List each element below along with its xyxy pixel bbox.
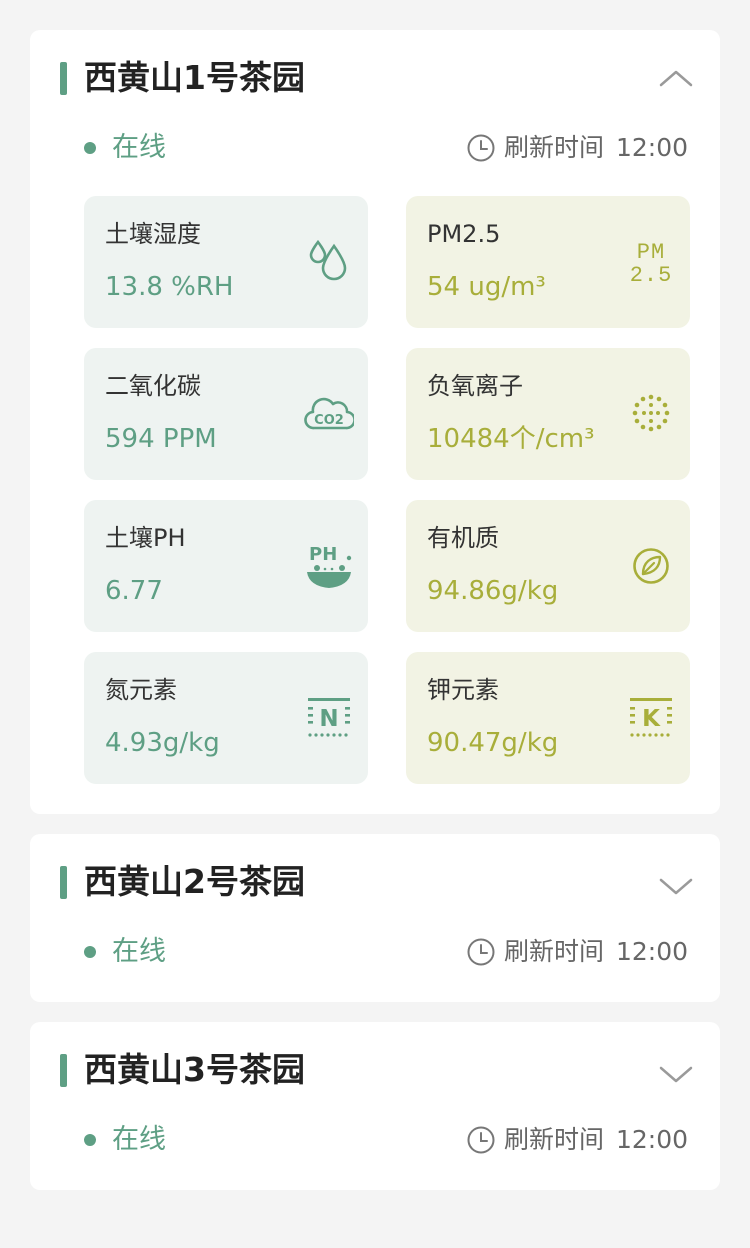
metric-value: 6.77 [105, 576, 163, 606]
refresh-label: 刷新时间 [504, 133, 605, 162]
refresh-label: 刷新时间 [504, 937, 605, 966]
svg-text:N: N [319, 706, 338, 732]
garden-title: 西黄山2号茶园 [84, 862, 305, 901]
status-row: 在线 刷新时间 12:00 [30, 1120, 720, 1160]
metric-label: 氮元素 [105, 676, 177, 704]
clock-icon [467, 134, 495, 162]
online-dot [84, 142, 96, 154]
ion-dots-icon [632, 394, 670, 432]
leaf-circle-icon [633, 548, 669, 584]
garden-card-2: 西黄山2号茶园 在线 刷新时间 12:00 [30, 834, 720, 1002]
metric-value: 94.86g/kg [427, 576, 559, 606]
garden-card-header[interactable]: 西黄山1号茶园 [30, 30, 720, 126]
garden-card-header[interactable]: 西黄山2号茶园 [30, 834, 720, 930]
chevron-up-icon[interactable] [658, 66, 694, 90]
online-dot [84, 946, 96, 958]
refresh-time: 12:00 [615, 1125, 688, 1154]
pm25-icon: PM 2.5 [630, 240, 673, 288]
refresh-time: 12:00 [615, 937, 688, 966]
refresh-label: 刷新时间 [504, 1125, 605, 1154]
metric-label: PM2.5 [427, 220, 501, 248]
metric-tile-organic-matter[interactable]: 有机质 94.86g/kg [406, 500, 690, 632]
chevron-down-icon[interactable] [658, 1062, 694, 1086]
svg-text:CO2: CO2 [314, 413, 344, 428]
metric-tile-potassium[interactable]: 钾元素 90.47g/kg K [406, 652, 690, 784]
metric-value: 594 PPM [105, 424, 217, 454]
metric-label: 负氧离子 [427, 372, 523, 400]
metric-tile-pm25[interactable]: PM2.5 54 ug/m³ PM 2.5 [406, 196, 690, 328]
chevron-down-icon[interactable] [658, 874, 694, 898]
online-status: 在线 [112, 132, 166, 163]
garden-card-3: 西黄山3号茶园 在线 刷新时间 12:00 [30, 1022, 720, 1190]
metric-tile-nitrogen[interactable]: 氮元素 4.93g/kg N [84, 652, 368, 784]
water-drop-icon [309, 239, 347, 281]
metric-value: 10484个/cm³ [427, 424, 595, 454]
metric-value: 90.47g/kg [427, 728, 559, 758]
metric-tile-soil-moisture[interactable]: 土壤湿度 13.8 %RH [84, 196, 368, 328]
potassium-icon: K [630, 698, 672, 737]
ph-bowl-icon: PH [307, 544, 352, 588]
metric-label: 土壤PH [105, 524, 186, 552]
metric-value: 54 ug/m³ [427, 272, 546, 302]
svg-text:PH: PH [309, 544, 337, 565]
metric-tile-negative-ions[interactable]: 负氧离子 10484个/cm³ [406, 348, 690, 480]
metric-label: 有机质 [427, 524, 499, 552]
garden-card-header[interactable]: 西黄山3号茶园 [30, 1022, 720, 1118]
title-accent-bar [60, 866, 67, 899]
svg-text:2.5: 2.5 [630, 263, 673, 288]
online-status: 在线 [112, 936, 166, 967]
online-dot [84, 1134, 96, 1146]
status-row: 在线 刷新时间 12:00 [30, 932, 720, 972]
metric-value: 4.93g/kg [105, 728, 220, 758]
refresh-time: 12:00 [615, 133, 688, 162]
garden-title: 西黄山1号茶园 [84, 58, 305, 97]
metric-tile-soil-ph[interactable]: 土壤PH 6.77 PH [84, 500, 368, 632]
title-accent-bar [60, 1054, 67, 1087]
garden-title: 西黄山3号茶园 [84, 1050, 305, 1089]
co2-cloud-icon: CO2 [304, 397, 354, 430]
svg-text:K: K [642, 706, 661, 732]
metric-tile-co2[interactable]: 二氧化碳 594 PPM CO2 [84, 348, 368, 480]
online-status: 在线 [112, 1124, 166, 1155]
clock-icon [467, 1126, 495, 1154]
clock-icon [467, 938, 495, 966]
title-accent-bar [60, 62, 67, 95]
metric-label: 土壤湿度 [105, 220, 201, 248]
metric-value: 13.8 %RH [105, 272, 234, 302]
metric-label: 二氧化碳 [105, 372, 201, 400]
nitrogen-icon: N [308, 698, 350, 737]
svg-text:PM: PM [637, 240, 665, 265]
metric-label: 钾元素 [427, 676, 499, 704]
status-row: 在线 刷新时间 12:00 [30, 128, 720, 168]
garden-card-1: 西黄山1号茶园 在线 刷新时间 12:00 土壤湿度 13.8 %RH PM2.… [30, 30, 720, 814]
